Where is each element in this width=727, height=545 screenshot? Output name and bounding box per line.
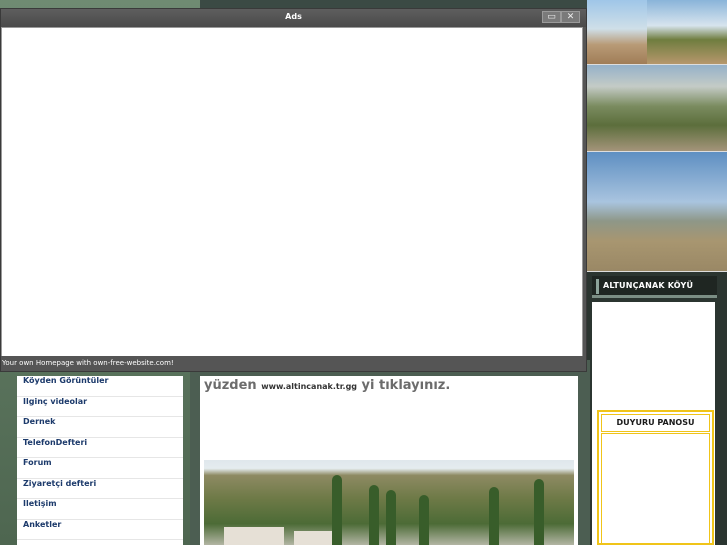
nav-item-dernek[interactable]: Dernek [17, 417, 183, 438]
nav-item-ziyaretci-defteri[interactable]: Ziyaretçi defteri [17, 479, 183, 499]
close-icon[interactable]: ✕ [561, 11, 580, 23]
nav-item-koyden-goruntuler[interactable]: Köyden Görüntüler [17, 376, 183, 397]
main-content: yüzden www.altincanak.tr.gg yi tıklayını… [200, 376, 578, 545]
tree-shape [534, 479, 544, 545]
header-accent-bar [596, 279, 599, 294]
ads-titlebar[interactable]: Ads ▭ ✕ [1, 9, 586, 27]
village-photo-thumbnail[interactable] [587, 65, 727, 152]
nav-item-forum[interactable]: Forum [17, 458, 183, 479]
ads-window: Ads ▭ ✕ Your own Homepage with own-free-… [0, 8, 587, 372]
photo-gallery [587, 0, 727, 272]
notice-board-body [601, 433, 710, 543]
village-header: ALTUNÇANAK KÖYÜ [592, 276, 717, 298]
tree-shape [369, 485, 379, 545]
content-text: yüzden www.altincanak.tr.gg yi tıklayını… [204, 378, 450, 393]
tree-shape [332, 475, 342, 545]
ads-title: Ads [285, 12, 302, 21]
nav-item-iletisim[interactable]: Iletişim [17, 499, 183, 520]
village-title: ALTUNÇANAK KÖYÜ [603, 281, 694, 290]
house-shape [294, 531, 334, 545]
ads-window-controls: ▭ ✕ [542, 11, 580, 23]
content-text-start: yüzden [204, 378, 262, 393]
site-link[interactable]: www.altincanak.tr.gg [261, 382, 357, 391]
maximize-icon[interactable]: ▭ [542, 11, 561, 23]
village-photo-thumbnail[interactable] [647, 0, 727, 65]
tree-shape [419, 495, 429, 545]
nav-item-ilginc-videolar[interactable]: Ilginç videolar [17, 397, 183, 417]
tree-shape [489, 487, 499, 545]
content-text-end: yi tıklayınız. [357, 378, 451, 393]
village-landscape-photo [204, 460, 574, 545]
sidebar-nav: Köyden Görüntüler Ilginç videolar Dernek… [17, 376, 183, 545]
village-photo-thumbnail[interactable] [587, 152, 727, 272]
house-shape [224, 527, 284, 545]
nav-item-anketler[interactable]: Anketler [17, 520, 183, 540]
tree-shape [386, 490, 396, 545]
notice-board-title: DUYURU PANOSU [601, 414, 710, 432]
ads-content-area [1, 27, 583, 357]
ads-footer-link[interactable]: Your own Homepage with own-free-website.… [1, 356, 586, 371]
nav-item-telefondefteri[interactable]: TelefonDefteri [17, 438, 183, 458]
notice-board: DUYURU PANOSU [597, 410, 714, 545]
village-photo-thumbnail[interactable] [587, 0, 647, 65]
